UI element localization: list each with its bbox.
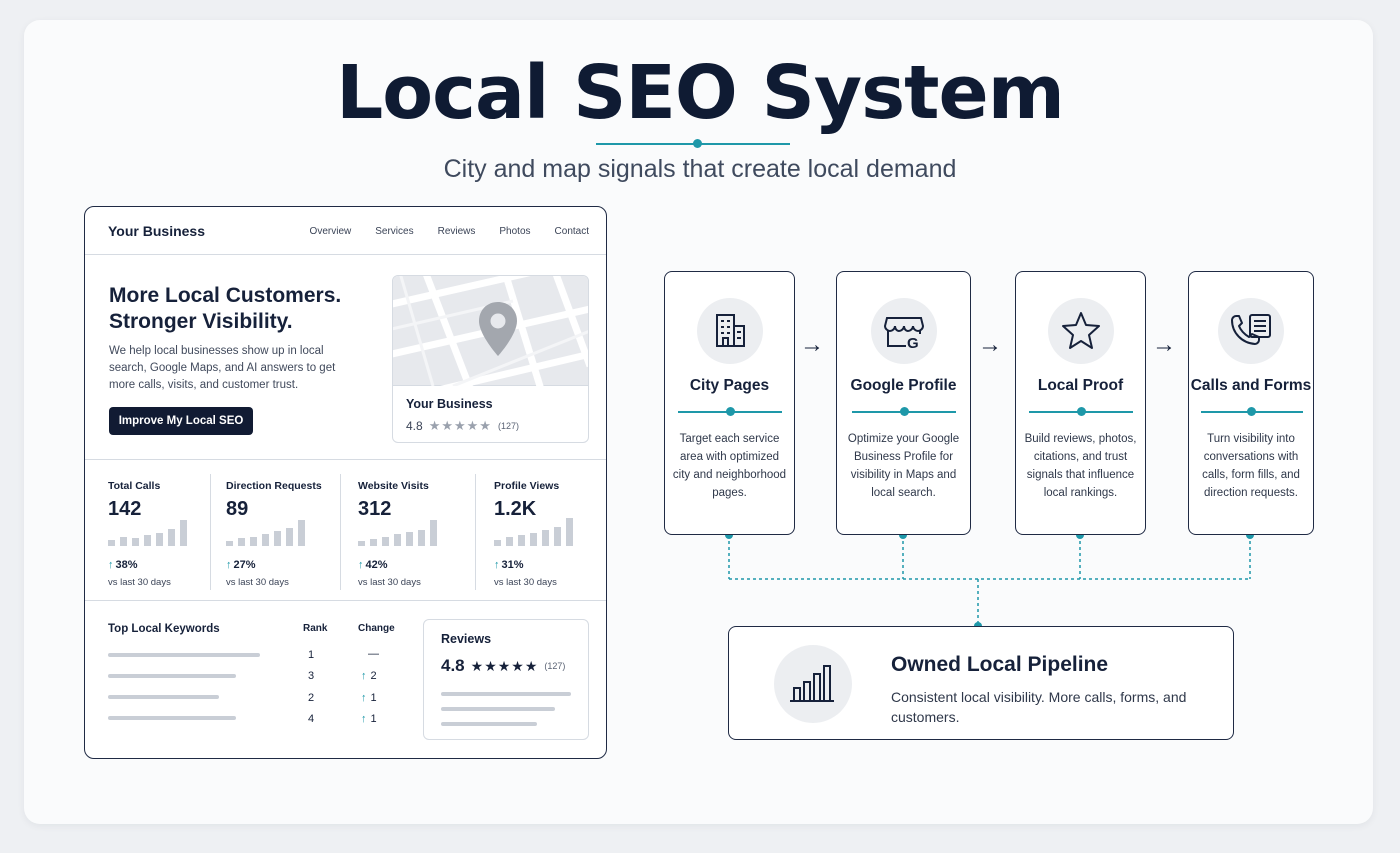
- flow-arrow-icon: →: [800, 331, 824, 358]
- step-title: City Pages: [689, 377, 770, 394]
- phone-form-icon: [1218, 298, 1284, 364]
- phone-form-icon-graphic: [1231, 314, 1271, 345]
- step-title: Google Profile: [850, 377, 957, 394]
- bar-chart-icon-graphic: [790, 665, 834, 702]
- star-icon: [1048, 298, 1114, 364]
- star-icon-graphic: [1062, 312, 1100, 349]
- step-title: Calls and Forms: [1190, 377, 1312, 394]
- flow-arrow-icon: →: [978, 331, 1002, 358]
- step-divider-dot: [725, 407, 735, 416]
- outcome-title: Owned Local Pipeline: [891, 653, 1109, 676]
- outcome-description: Consistent local visibility. More calls,…: [891, 689, 1187, 725]
- step-description: Build reviews, photos, citations, and tr…: [1024, 433, 1137, 499]
- step-divider-dot: [1246, 407, 1256, 416]
- svg-text:G: G: [907, 335, 919, 352]
- step-google-profile: G Google Profile Optimize your Google Bu…: [836, 271, 971, 535]
- google-storefront-icon-graphic: G: [883, 317, 925, 352]
- step-title: Local Proof: [1037, 377, 1124, 394]
- step-calls-and-forms: Calls and Forms Turn visibility into con…: [1188, 271, 1314, 535]
- step-city-pages: City Pages Target each service area with…: [664, 271, 795, 535]
- outcome-card: Owned Local Pipeline Consistent local vi…: [728, 626, 1234, 740]
- step-description: Optimize your Google Business Profile fo…: [847, 433, 960, 499]
- google-storefront-icon: G: [871, 298, 937, 364]
- step-description: Target each service area with optimized …: [672, 433, 787, 499]
- building-icon: [697, 298, 763, 364]
- building-icon-graphic: [716, 314, 745, 347]
- step-local-proof: Local Proof Build reviews, photos, citat…: [1015, 271, 1146, 535]
- step-divider-dot: [899, 407, 909, 416]
- flow-arrow-icon: →: [1152, 331, 1176, 358]
- bar-chart-icon: [774, 645, 852, 723]
- step-description: Turn visibility into conversations with …: [1202, 433, 1300, 499]
- step-divider-dot: [1076, 407, 1086, 416]
